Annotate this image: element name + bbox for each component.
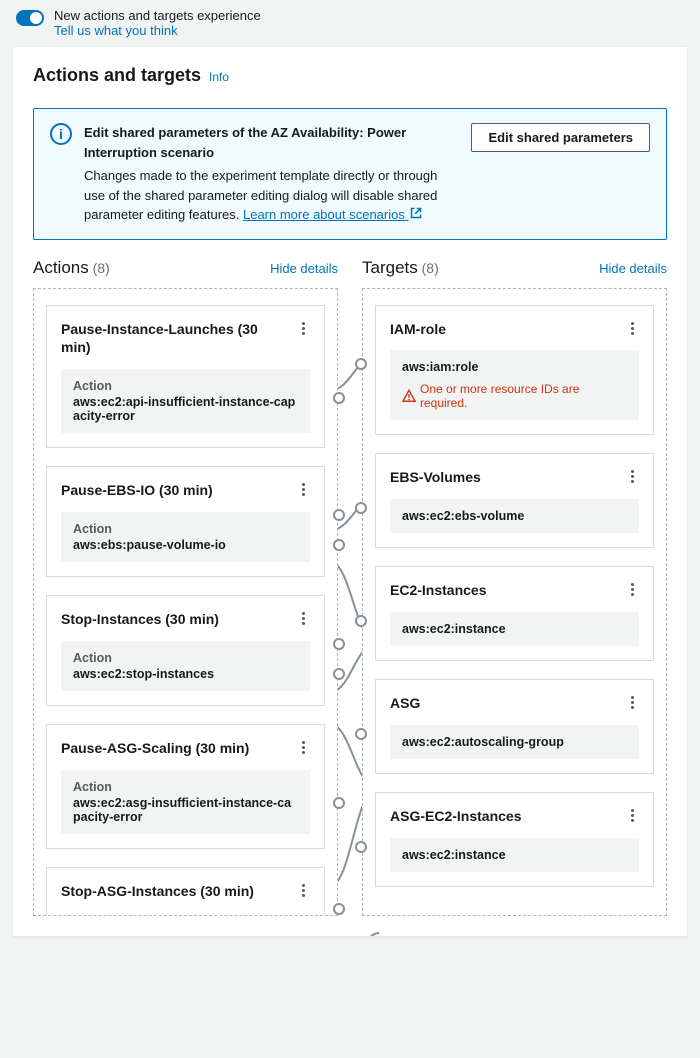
kebab-icon[interactable] (296, 882, 310, 899)
edit-shared-parameters-button[interactable]: Edit shared parameters (471, 123, 650, 152)
target-card[interactable]: EC2-Instances aws:ec2:instance (375, 566, 654, 661)
targets-column: IAM-role aws:iam:role One or more resour… (362, 288, 667, 916)
banner-title: New actions and targets experience (54, 8, 261, 23)
actions-targets-panel: Actions and targets Info i Edit shared p… (12, 46, 688, 937)
action-card[interactable]: Stop-ASG-Instances (30 min) (46, 867, 325, 915)
connector-node (333, 903, 345, 915)
experience-banner: New actions and targets experience Tell … (0, 0, 700, 46)
action-label: Action (73, 780, 298, 794)
kebab-icon[interactable] (296, 320, 310, 337)
kebab-icon[interactable] (296, 610, 310, 627)
action-label: Action (73, 522, 298, 536)
connector-node (333, 797, 345, 809)
action-card-title: Stop-Instances (30 min) (61, 610, 225, 629)
kebab-icon[interactable] (625, 694, 639, 711)
connector-node (355, 728, 367, 740)
action-card-title: Stop-ASG-Instances (30 min) (61, 882, 260, 901)
actions-count: (8) (93, 260, 110, 276)
action-value: aws:ebs:pause-volume-io (73, 538, 298, 552)
kebab-icon[interactable] (625, 468, 639, 485)
target-card-title: EBS-Volumes (390, 468, 487, 487)
feedback-link[interactable]: Tell us what you think (54, 23, 261, 38)
action-label: Action (73, 651, 298, 665)
alert-title: Edit shared parameters of the AZ Availab… (84, 123, 459, 162)
connector-node (333, 539, 345, 551)
target-value: aws:ec2:autoscaling-group (402, 735, 627, 749)
action-card-title: Pause-EBS-IO (30 min) (61, 481, 219, 500)
actions-heading: Actions (33, 258, 89, 277)
connector-node (355, 841, 367, 853)
action-value: aws:ec2:stop-instances (73, 667, 298, 681)
toggle-new-experience[interactable] (16, 10, 44, 26)
target-card[interactable]: EBS-Volumes aws:ec2:ebs-volume (375, 453, 654, 548)
action-value: aws:ec2:api-insufficient-instance-capaci… (73, 395, 298, 423)
target-value: aws:ec2:ebs-volume (402, 509, 627, 523)
actions-column: Pause-Instance-Launches (30 min) Action … (33, 288, 338, 916)
target-card-title: ASG (390, 694, 426, 713)
kebab-icon[interactable] (296, 739, 310, 756)
target-card-title: EC2-Instances (390, 581, 492, 600)
info-link[interactable]: Info (209, 70, 229, 84)
connector-node (333, 668, 345, 680)
target-value: aws:iam:role (402, 360, 627, 374)
action-card[interactable]: Stop-Instances (30 min) Action aws:ec2:s… (46, 595, 325, 706)
connector-node (333, 638, 345, 650)
targets-count: (8) (422, 260, 439, 276)
learn-more-link[interactable]: Learn more about scenarios (243, 207, 423, 222)
connector-node (333, 392, 345, 404)
actions-hide-details[interactable]: Hide details (270, 261, 338, 276)
target-card[interactable]: ASG aws:ec2:autoscaling-group (375, 679, 654, 774)
targets-heading: Targets (362, 258, 418, 277)
error-message: One or more resource IDs are required. (402, 382, 627, 410)
target-card[interactable]: IAM-role aws:iam:role One or more resour… (375, 305, 654, 436)
panel-title: Actions and targets (33, 65, 201, 86)
info-icon: i (50, 123, 72, 145)
action-card-title: Pause-ASG-Scaling (30 min) (61, 739, 255, 758)
kebab-icon[interactable] (625, 581, 639, 598)
connector-node (333, 509, 345, 521)
action-card-title: Pause-Instance-Launches (30 min) (61, 320, 296, 358)
action-label: Action (73, 379, 298, 393)
target-card-title: IAM-role (390, 320, 452, 339)
connector-node (355, 502, 367, 514)
warning-icon (402, 389, 416, 403)
target-value: aws:ec2:instance (402, 848, 627, 862)
target-value: aws:ec2:instance (402, 622, 627, 636)
kebab-icon[interactable] (625, 807, 639, 824)
connector-node (355, 615, 367, 627)
action-card[interactable]: Pause-ASG-Scaling (30 min) Action aws:ec… (46, 724, 325, 849)
connector-node (355, 358, 367, 370)
kebab-icon[interactable] (625, 320, 639, 337)
action-card[interactable]: Pause-Instance-Launches (30 min) Action … (46, 305, 325, 449)
action-card[interactable]: Pause-EBS-IO (30 min) Action aws:ebs:pau… (46, 466, 325, 577)
kebab-icon[interactable] (296, 481, 310, 498)
target-card-title: ASG-EC2-Instances (390, 807, 527, 826)
targets-hide-details[interactable]: Hide details (599, 261, 667, 276)
action-value: aws:ec2:asg-insufficient-instance-capaci… (73, 796, 298, 824)
scenario-alert: i Edit shared parameters of the AZ Avail… (33, 108, 667, 240)
target-card[interactable]: ASG-EC2-Instances aws:ec2:instance (375, 792, 654, 887)
external-link-icon (410, 205, 422, 225)
